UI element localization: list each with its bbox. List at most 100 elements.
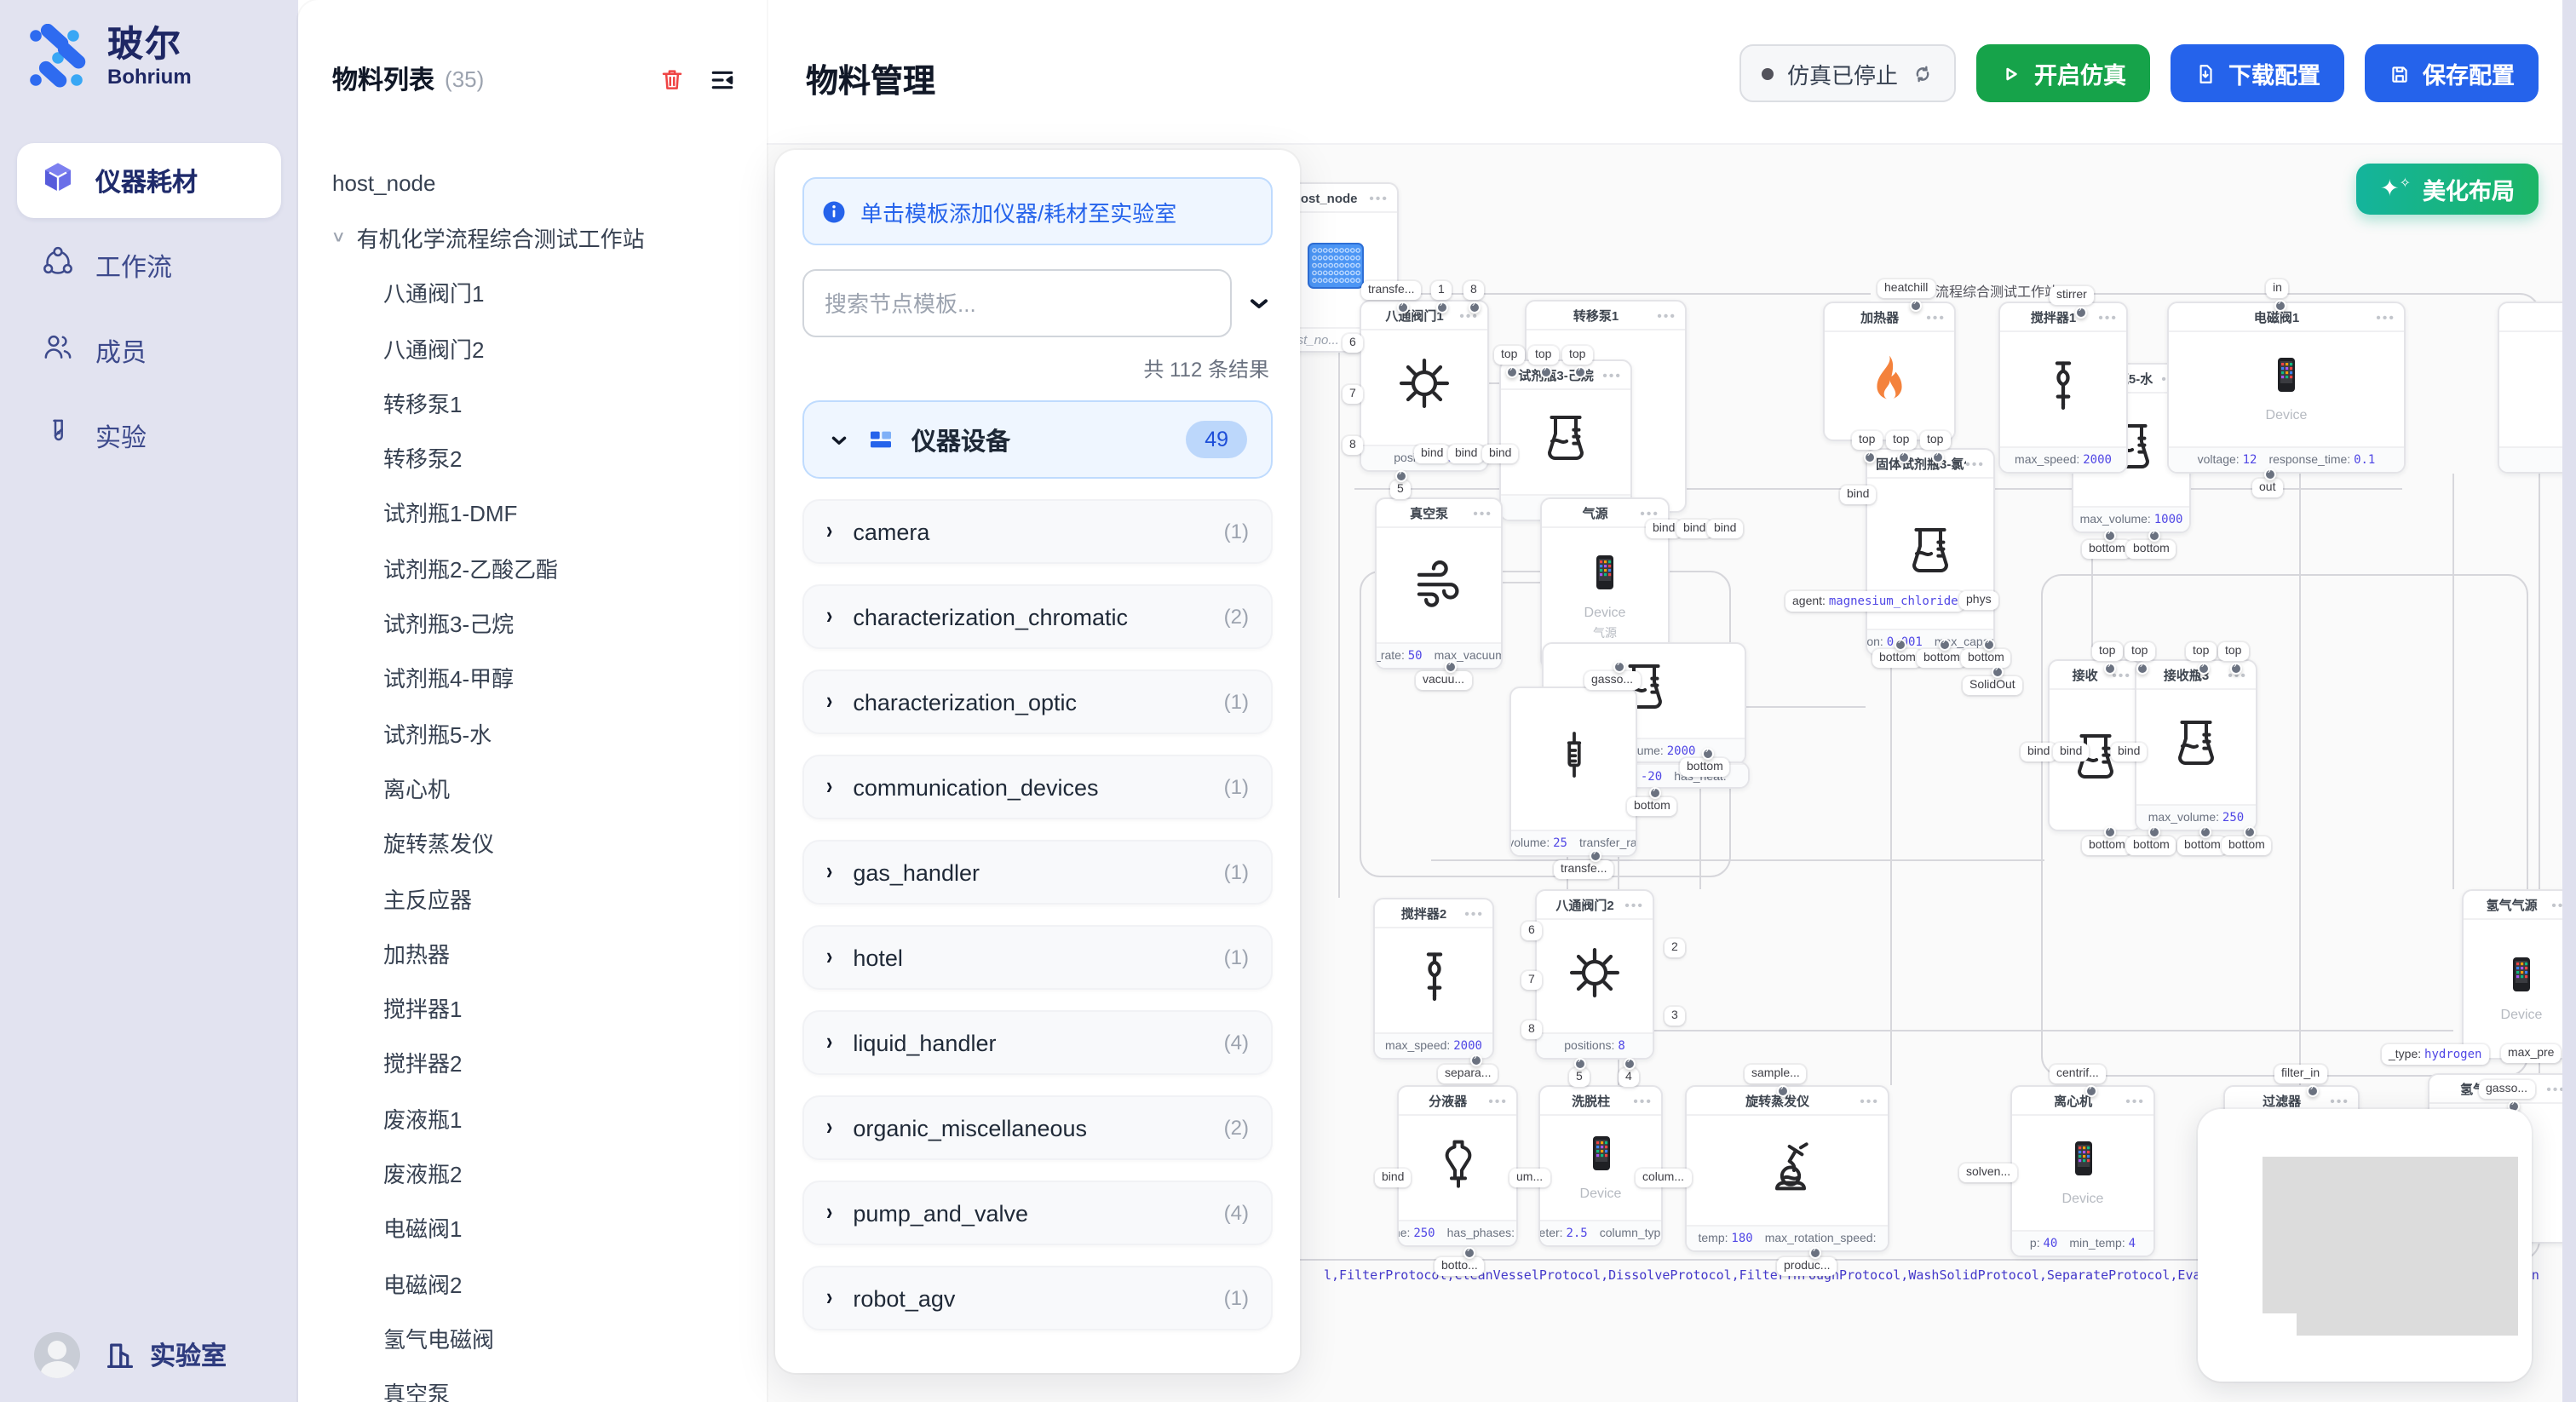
port-chip[interactable]: bind [1448, 445, 1484, 463]
sidebar-item-members[interactable]: 成员 [17, 313, 281, 388]
tree-item[interactable]: 试剂瓶2-乙酸乙酯 [298, 540, 767, 595]
port-chip[interactable]: top [1920, 431, 1950, 450]
port-dot[interactable] [2103, 663, 2115, 675]
node-洗脱柱[interactable]: 洗脱柱•••Devicediameter: 2.5column_type: si [1538, 1085, 1663, 1247]
port-chip[interactable]: sample... [1745, 1065, 1807, 1083]
port-dot[interactable] [1444, 661, 1456, 673]
port-dot[interactable] [1469, 1054, 1481, 1066]
port-dot[interactable] [1776, 1085, 1788, 1097]
node-menu-icon[interactable]: ••• [1640, 505, 1659, 520]
port-chip[interactable]: bind [2053, 743, 2089, 761]
port-dot[interactable] [1505, 366, 1517, 378]
node-氢气气源[interactable]: 氢气气源•••Device [2462, 889, 2576, 1060]
port-chip[interactable]: 8 [1343, 436, 1363, 455]
port-chip[interactable]: 4 [1619, 1068, 1639, 1087]
port-chip[interactable]: bottom [2082, 836, 2132, 855]
template-category-robot_agv[interactable]: ›robot_agv(1) [802, 1266, 1273, 1330]
port-dot[interactable] [2229, 663, 2241, 675]
port-chip[interactable]: bind [1375, 1169, 1411, 1187]
template-category-communication_devices[interactable]: ›communication_devices(1) [802, 755, 1273, 819]
port-dot[interactable] [1991, 666, 2003, 678]
port-dot[interactable] [1394, 470, 1406, 482]
port-chip[interactable]: bottom [2082, 540, 2132, 559]
chevron-down-icon[interactable]: ∨ [331, 229, 347, 246]
port-chip[interactable]: bottom [1627, 797, 1677, 816]
port-chip[interactable]: top [2092, 642, 2122, 661]
port-chip[interactable]: in [2266, 279, 2289, 298]
port-chip[interactable]: 2 [1665, 939, 1685, 957]
port-chip[interactable]: phys [1959, 591, 1998, 610]
port-dot[interactable] [1909, 300, 1921, 312]
port-dot[interactable] [2148, 826, 2159, 838]
tree-item[interactable]: 试剂瓶3-己烷 [298, 595, 767, 651]
template-category-liquid_handler[interactable]: ›liquid_handler(4) [802, 1010, 1273, 1075]
sidebar-item-workflow[interactable]: 工作流 [17, 228, 281, 303]
port-dot[interactable] [2148, 530, 2159, 542]
port-chip[interactable]: top [1494, 346, 1524, 365]
node-menu-icon[interactable]: ••• [2098, 309, 2118, 325]
port-chip[interactable]: 7 [1521, 971, 1542, 990]
port-dot[interactable] [1573, 1058, 1585, 1070]
port-chip[interactable]: bottom [1872, 649, 1923, 668]
beautify-layout-button[interactable]: ✦✧ 美化布局 [2356, 164, 2539, 215]
node-menu-icon[interactable]: ••• [1657, 307, 1676, 323]
category-instruments[interactable]: 仪器设备 49 [802, 400, 1273, 479]
delete-all-trash-icon[interactable] [659, 66, 685, 92]
port-chip[interactable]: produc... [1777, 1257, 1837, 1276]
port-dot[interactable] [2103, 826, 2115, 838]
node-电磁阀1[interactable]: 电磁阀1•••Devicevoltage: 12response_time: 0… [2167, 302, 2406, 474]
minimap-overlay[interactable] [2198, 1109, 2532, 1382]
search-template-input[interactable] [802, 269, 1232, 337]
tree-item[interactable]: 试剂瓶4-甲醇 [298, 650, 767, 705]
port-chip[interactable]: agent: magnesium_chloride [1785, 591, 1965, 612]
node-menu-icon[interactable]: ••• [1473, 505, 1492, 520]
port-chip[interactable]: bind [2111, 743, 2147, 761]
tree-item[interactable]: 搅拌器1 [298, 980, 767, 1036]
port-dot[interactable] [1931, 451, 1943, 463]
sidebar-item-experiments[interactable]: 实验 [17, 399, 281, 474]
port-chip[interactable]: out [2252, 479, 2282, 497]
port-chip[interactable]: transfe... [1554, 860, 1613, 879]
node-真空泵[interactable]: 真空泵•••pump_rate: 50max_vacuum: 0.1 [1375, 497, 1503, 669]
tree-item[interactable]: 八通阀门2 [298, 320, 767, 376]
node-menu-icon[interactable]: ••• [2330, 1093, 2349, 1108]
port-chip[interactable]: max_pre [2501, 1044, 2561, 1063]
port-dot[interactable] [2136, 663, 2148, 675]
port-chip[interactable]: vacuu... [1416, 671, 1471, 690]
port-chip[interactable]: _type: hydrogen [2382, 1044, 2488, 1065]
node-离心机[interactable]: 离心机•••Devicep: 40min_temp: 4 [2010, 1085, 2155, 1257]
port-chip[interactable]: heatchill [1877, 279, 1935, 298]
port-dot[interactable] [1808, 1247, 1820, 1259]
port-chip[interactable]: bottom [2222, 836, 2272, 855]
tree-item[interactable]: 电磁阀2 [298, 1255, 767, 1311]
template-category-hotel[interactable]: ›hotel(1) [802, 925, 1273, 990]
port-chip[interactable]: 8 [1521, 1020, 1542, 1039]
port-chip[interactable]: top [2186, 642, 2216, 661]
node-hidden[interactable]: max_volume: 25transfer_rate: 10 [1509, 687, 1637, 857]
node-加热器[interactable]: 加热器••• [1823, 302, 1956, 441]
node-menu-icon[interactable]: ••• [1926, 309, 1946, 325]
port-chip[interactable]: transfe... [1361, 281, 1421, 300]
tree-item[interactable]: 主反应器 [298, 871, 767, 926]
port-dot[interactable] [2263, 468, 2275, 480]
node-menu-icon[interactable]: ••• [1369, 190, 1389, 205]
port-dot[interactable] [1894, 639, 1906, 651]
port-chip[interactable]: 6 [1343, 334, 1363, 353]
node-固体试剂瓶3-氯化镁[interactable]: 固体试剂瓶3-氯化镁•••precision: 0.001max_capacit… [1866, 448, 1995, 656]
port-dot[interactable] [1435, 302, 1447, 313]
node-menu-icon[interactable]: ••• [2376, 309, 2395, 325]
port-chip[interactable]: separa... [1438, 1065, 1498, 1083]
tree-item[interactable]: 真空泵 [298, 1365, 767, 1402]
template-category-pump_and_valve[interactable]: ›pump_and_valve(4) [802, 1181, 1273, 1245]
node-menu-icon[interactable]: ••• [1602, 367, 1622, 382]
download-config-button[interactable]: 下载配置 [2171, 44, 2344, 102]
port-chip[interactable]: bottom [1680, 758, 1730, 777]
port-dot[interactable] [2084, 1085, 2096, 1097]
port-chip[interactable]: gasso... [1584, 671, 1640, 690]
port-chip[interactable]: 7 [1343, 385, 1363, 404]
save-config-button[interactable]: 保存配置 [2365, 44, 2539, 102]
port-dot[interactable] [1613, 661, 1624, 673]
tree-item[interactable]: 试剂瓶5-水 [298, 705, 767, 761]
port-chip[interactable]: top [1886, 431, 1916, 450]
port-chip[interactable]: bind [1840, 486, 1876, 504]
